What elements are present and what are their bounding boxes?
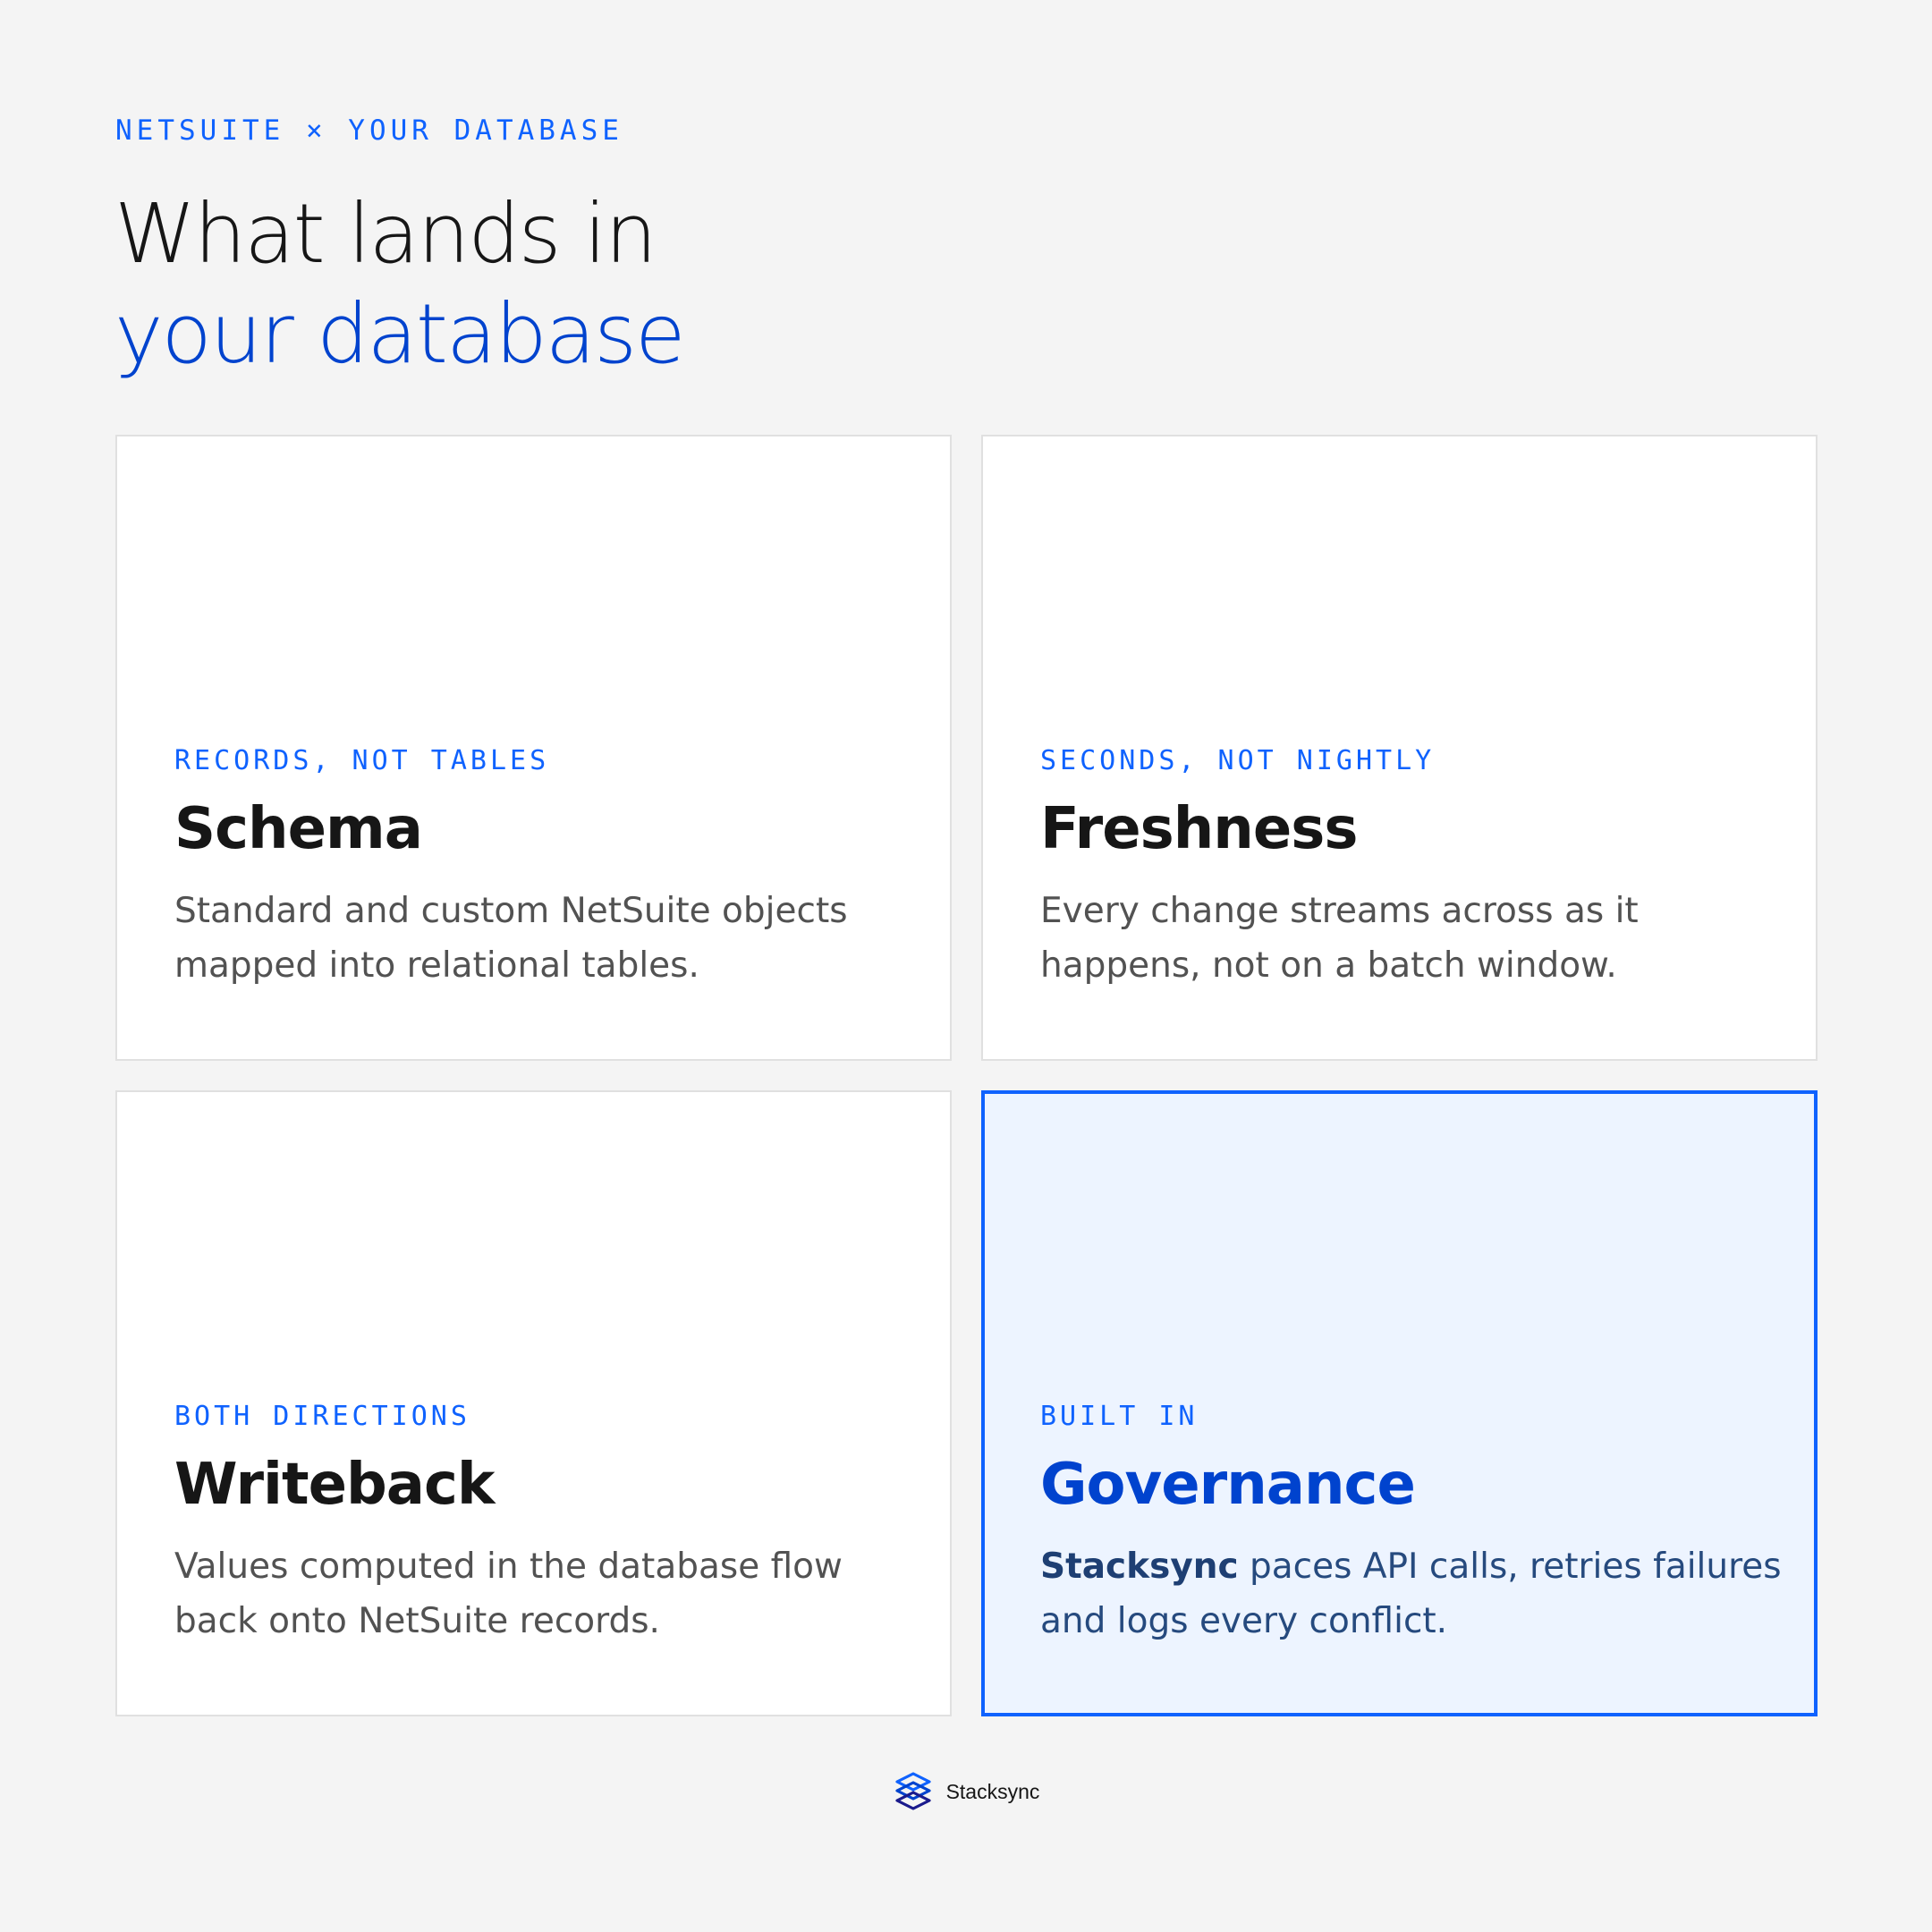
card-kicker: BOTH DIRECTIONS	[174, 1401, 470, 1432]
page-title: What lands in your database	[114, 184, 686, 385]
stacksync-logo-icon	[894, 1772, 931, 1810]
footer: Stacksync	[0, 1771, 1932, 1812]
card-description: Stacksync paces API calls, retries failu…	[1040, 1539, 1783, 1648]
card-schema: RECORDS, NOT TABLES Schema Standard and …	[115, 435, 952, 1061]
card-kicker: SECONDS, NOT NIGHTLY	[1040, 745, 1436, 776]
card-title: Schema	[174, 796, 423, 862]
card-title: Governance	[1040, 1452, 1416, 1518]
title-line-1: What lands in	[114, 186, 657, 282]
card-kicker: RECORDS, NOT TABLES	[174, 745, 550, 776]
card-description: Values computed in the database flow bac…	[174, 1546, 843, 1641]
card-title: Freshness	[1040, 796, 1358, 862]
title-line-2: your database	[114, 286, 686, 382]
footer-brand-name: Stacksync	[945, 1779, 1040, 1803]
card-governance: BUILT IN Governance Stacksync paces API …	[981, 1090, 1818, 1716]
card-kicker: BUILT IN	[1040, 1401, 1199, 1432]
brand-mention: Stacksync	[1040, 1546, 1239, 1587]
card-title: Writeback	[174, 1452, 495, 1518]
card-description: Every change streams across as it happen…	[1040, 891, 1639, 986]
card-freshness: SECONDS, NOT NIGHTLY Freshness Every cha…	[981, 435, 1818, 1061]
eyebrow-label: NETSUITE × YOUR DATABASE	[115, 114, 623, 147]
card-writeback: BOTH DIRECTIONS Writeback Values compute…	[115, 1090, 952, 1716]
card-description: Standard and custom NetSuite objects map…	[174, 891, 848, 986]
